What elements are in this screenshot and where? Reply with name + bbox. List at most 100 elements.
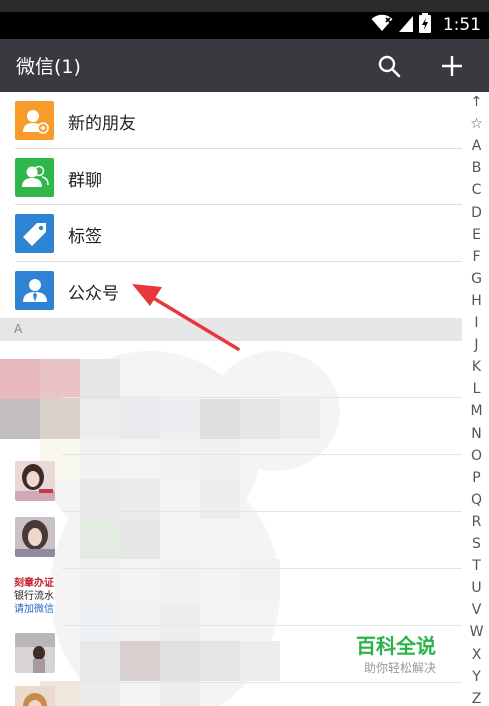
index-letter[interactable]: R — [464, 514, 489, 530]
divider — [62, 511, 462, 512]
menu-item-label: 公众号 — [68, 283, 119, 304]
avatar[interactable] — [15, 633, 55, 673]
index-letter[interactable]: A — [464, 138, 489, 154]
page-title: 微信(1) — [16, 56, 81, 78]
watermark: 百科全说 助你轻松解决 — [356, 630, 466, 676]
mosaic-tile — [240, 399, 280, 439]
mosaic-tile — [40, 399, 80, 439]
index-letter[interactable]: O — [464, 448, 489, 464]
index-letter[interactable]: K — [464, 359, 489, 375]
mosaic-tile — [200, 479, 240, 519]
index-letter[interactable]: W — [464, 624, 489, 640]
mosaic-tile — [120, 601, 160, 641]
mosaic-tile — [160, 601, 200, 641]
avatar-text: 刻章办证 — [14, 578, 54, 589]
menu-item-official-accounts[interactable]: 公众号 — [0, 261, 462, 318]
index-letter[interactable]: Y — [464, 669, 489, 685]
mosaic-tile — [160, 439, 200, 479]
divider — [62, 568, 462, 569]
index-letter[interactable]: S — [464, 536, 489, 552]
menu-item-label: 新的朋友 — [68, 114, 136, 134]
mosaic-tile — [80, 399, 120, 439]
menu-item-group-chats[interactable]: 群聊 — [0, 148, 462, 205]
wifi-icon — [371, 14, 393, 36]
status-bar: 1:51 — [0, 0, 489, 39]
tag-icon — [15, 214, 54, 253]
mosaic-tile — [80, 681, 120, 706]
index-letter[interactable]: H — [464, 293, 489, 309]
mosaic-tile — [120, 641, 160, 681]
watermark-subtitle: 助你轻松解决 — [364, 661, 437, 675]
index-letter[interactable]: J — [464, 337, 489, 353]
divider — [62, 682, 462, 683]
group-chat-icon — [15, 157, 54, 197]
mosaic-tile — [200, 439, 240, 479]
mosaic-tile — [160, 559, 200, 599]
menu-item-new-friends[interactable]: 新的朋友 — [0, 92, 462, 149]
index-letter[interactable]: ↑ — [464, 94, 489, 110]
alphabet-index[interactable]: ↑ ☆ A B C D E F G H I J K L M N O P Q R S T U V W X Y Z — [464, 92, 489, 706]
mosaic-tile — [240, 559, 280, 599]
mosaic-tile — [120, 359, 160, 399]
search-icon — [378, 55, 401, 78]
index-letter[interactable]: L — [464, 381, 489, 397]
index-letter[interactable]: P — [464, 470, 489, 486]
index-letter[interactable]: C — [464, 182, 489, 198]
divider — [62, 454, 462, 455]
status-icons: 1:51 — [371, 13, 481, 37]
mosaic-tile — [80, 479, 120, 519]
official-account-icon — [15, 270, 54, 310]
avatar-text: 银行流水 — [14, 591, 54, 602]
mosaic-tile — [80, 559, 120, 599]
mosaic-tile — [0, 399, 40, 439]
mosaic-tile — [80, 359, 120, 399]
action-bar: 微信(1) — [0, 39, 489, 92]
mosaic-tile — [120, 479, 160, 519]
plus-icon — [442, 56, 462, 76]
status-time: 1:51 — [442, 15, 481, 35]
mosaic-tile — [80, 439, 120, 479]
mosaic-tile — [160, 399, 200, 439]
contacts-menu-list: 新的朋友 群聊 标签 公众号 — [0, 92, 462, 318]
mosaic-tile — [80, 601, 120, 641]
battery-icon — [418, 13, 431, 37]
index-letter[interactable]: Z — [464, 691, 489, 706]
avatar[interactable] — [15, 461, 55, 501]
index-letter[interactable]: G — [464, 271, 489, 287]
index-letter[interactable]: ☆ — [464, 116, 489, 132]
add-button[interactable] — [437, 51, 467, 81]
index-letter[interactable]: Q — [464, 492, 489, 508]
index-letter[interactable]: X — [464, 647, 489, 663]
watermark-title: 百科全说 — [356, 634, 436, 658]
avatar[interactable] — [15, 517, 55, 557]
mosaic-tile — [240, 641, 280, 681]
status-top-band — [0, 0, 489, 12]
index-letter[interactable]: V — [464, 602, 489, 618]
mosaic-tile — [80, 641, 120, 681]
signal-icon — [398, 14, 413, 36]
search-button[interactable] — [374, 51, 404, 81]
mosaic-tile — [0, 359, 40, 399]
mosaic-tile — [40, 359, 80, 399]
index-letter[interactable]: B — [464, 160, 489, 176]
index-letter[interactable]: F — [464, 249, 489, 265]
avatar[interactable] — [15, 686, 55, 706]
index-letter[interactable]: E — [464, 227, 489, 243]
divider — [62, 625, 462, 626]
index-letter[interactable]: D — [464, 205, 489, 221]
index-letter[interactable]: M — [464, 403, 489, 419]
menu-item-label: 标签 — [68, 227, 102, 247]
mosaic-tile — [120, 399, 160, 439]
mosaic-tile — [80, 519, 120, 559]
mosaic-tile — [200, 399, 240, 439]
mosaic-tile — [200, 641, 240, 681]
index-letter[interactable]: U — [464, 580, 489, 596]
index-letter[interactable]: I — [464, 315, 489, 331]
divider — [62, 397, 462, 398]
mosaic-tile — [280, 399, 320, 439]
index-letter[interactable]: T — [464, 558, 489, 574]
add-friend-icon — [15, 101, 54, 140]
section-letter: A — [14, 322, 23, 336]
menu-item-tags[interactable]: 标签 — [0, 205, 462, 262]
index-letter[interactable]: N — [464, 426, 489, 442]
